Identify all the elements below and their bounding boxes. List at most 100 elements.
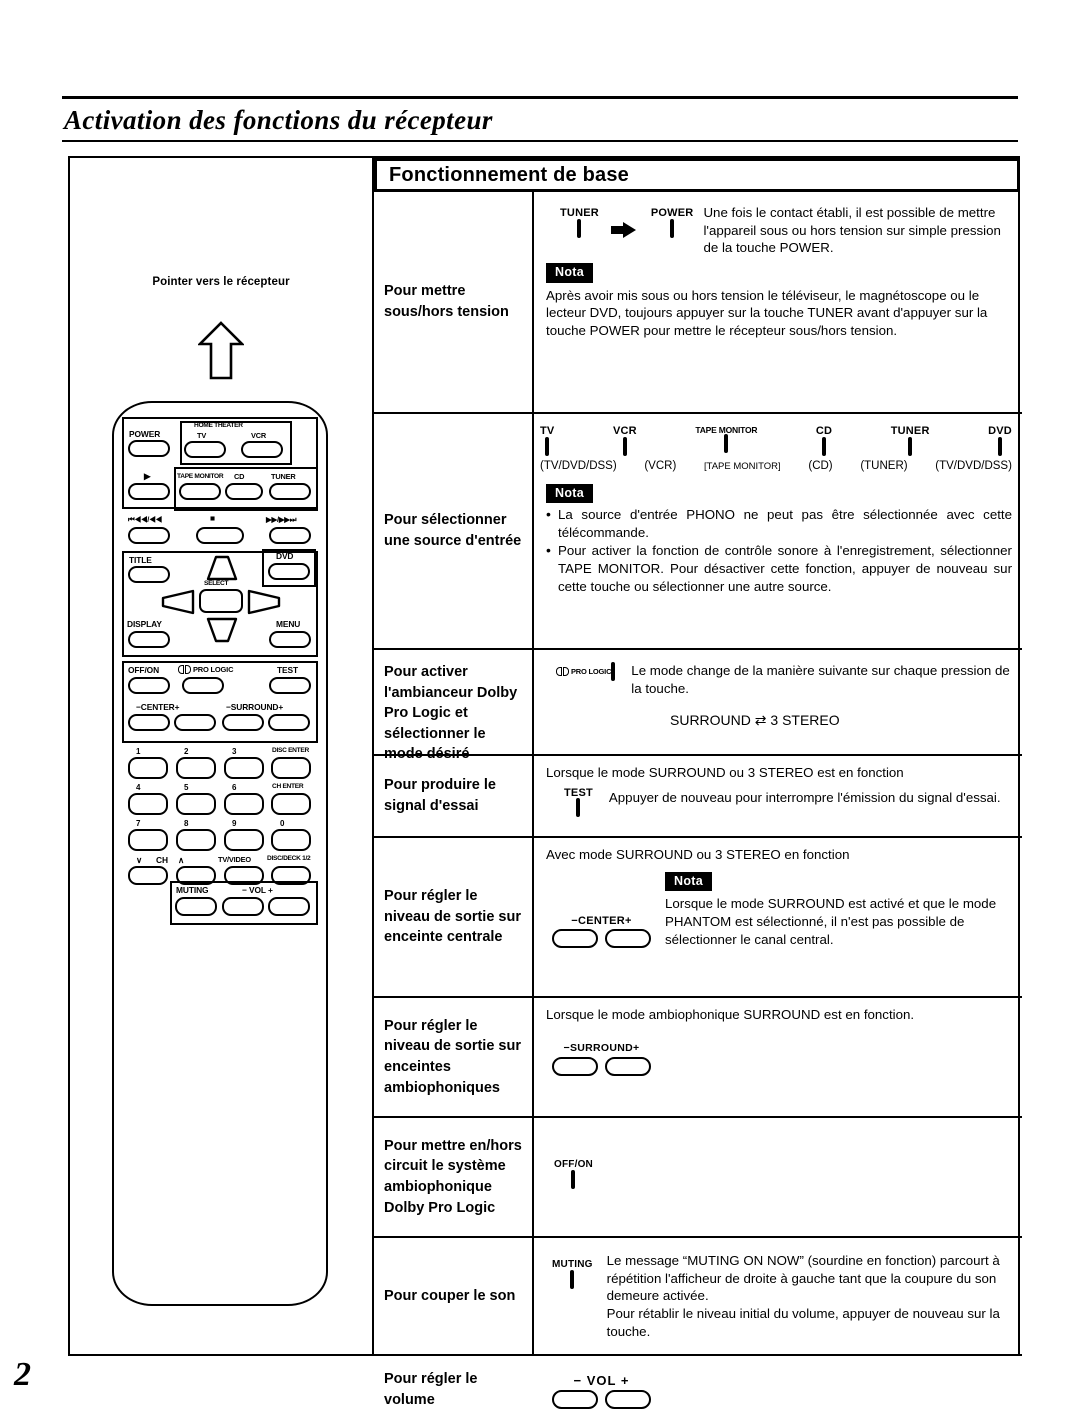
- remote-button-key-0[interactable]: [271, 829, 311, 851]
- source-button-dvd-pill[interactable]: [998, 436, 1003, 456]
- remote-button-key-9[interactable]: [224, 829, 264, 851]
- remote-button-tv[interactable]: [184, 441, 226, 458]
- remote-button-forward[interactable]: [269, 527, 311, 544]
- source-button-tape-monitor[interactable]: TAPE MONITOR: [695, 426, 758, 455]
- table-row: Pour couper le son MUTING Le message “MU…: [374, 1238, 1022, 1356]
- button-pair-volume[interactable]: − VOL +: [552, 1372, 651, 1410]
- button-muting[interactable]: MUTING: [552, 1259, 593, 1289]
- remote-label-rewind: ⏮◀◀/◀◀: [128, 515, 162, 524]
- row-label-text: Pour mettre en/hors circuit le système a…: [384, 1137, 522, 1216]
- source-button-dvd[interactable]: DVD: [988, 425, 1012, 456]
- button-pair-center[interactable]: −CENTER+: [552, 914, 651, 949]
- button-vol-up[interactable]: [605, 1390, 651, 1410]
- source-button-tape-monitor-pill[interactable]: [724, 433, 729, 453]
- remote-button-key-6[interactable]: [224, 793, 264, 815]
- remote-button-surround-minus[interactable]: [222, 714, 264, 731]
- button-pair-surround[interactable]: −SURROUND+: [552, 1042, 651, 1076]
- remote-label-key-2: 2: [184, 747, 189, 756]
- remote-button-key-4[interactable]: [128, 793, 168, 815]
- remote-button-pro-logic[interactable]: [182, 677, 224, 694]
- remote-button-key-2[interactable]: [176, 757, 216, 779]
- source-button-tv-pill[interactable]: [545, 436, 550, 456]
- row-intro-text: Lorsque le mode SURROUND ou 3 STEREO est…: [546, 765, 904, 780]
- remote-button-key-3[interactable]: [224, 757, 264, 779]
- button-vol-down[interactable]: [552, 1390, 598, 1410]
- remote-button-off-on[interactable]: [128, 677, 170, 694]
- remote-button-key-5[interactable]: [176, 793, 216, 815]
- row-intro-text: Avec mode SURROUND ou 3 STEREO en foncti…: [546, 847, 850, 862]
- source-button-cd-pill[interactable]: [822, 436, 827, 456]
- remote-button-cd[interactable]: [225, 483, 263, 500]
- button-off-on[interactable]: OFF/ON: [554, 1159, 593, 1189]
- remote-button-center-plus[interactable]: [174, 714, 216, 731]
- remote-label-menu: MENU: [276, 619, 301, 629]
- button-center-minus[interactable]: [552, 929, 598, 949]
- source-button-cd[interactable]: CD: [815, 425, 833, 456]
- nota-badge: Nota: [546, 483, 593, 504]
- button-dolby-pill[interactable]: [611, 662, 616, 681]
- remote-button-display[interactable]: [128, 631, 170, 648]
- button-test[interactable]: TEST: [564, 787, 593, 818]
- remote-button-vol-down[interactable]: [222, 897, 264, 916]
- row-label-cell: Pour régler le niveau de sortie sur ence…: [374, 838, 532, 996]
- source-button-tv[interactable]: TV: [540, 425, 554, 456]
- nota-badge: Nota: [665, 871, 712, 892]
- remote-button-tuner[interactable]: [269, 483, 311, 500]
- remote-button-power[interactable]: [128, 440, 170, 457]
- source-button-tuner[interactable]: TUNER: [891, 425, 930, 456]
- button-power-pill[interactable]: [670, 218, 675, 238]
- remote-button-tape-monitor[interactable]: [179, 483, 221, 500]
- remote-button-key-8[interactable]: [176, 829, 216, 851]
- remote-button-surround-plus[interactable]: [268, 714, 310, 731]
- row-description: Une fois le contact établi, il est possi…: [703, 205, 1001, 256]
- button-dolby-pro-logic[interactable]: PRO LOGIC: [556, 662, 616, 681]
- button-center-plus[interactable]: [605, 929, 651, 949]
- remote-dpad-right[interactable]: [247, 589, 283, 620]
- remote-button-rewind[interactable]: [128, 527, 170, 544]
- table-row: Pour mettre en/hors circuit le système a…: [374, 1118, 1022, 1238]
- source-button-vcr-pill[interactable]: [622, 436, 627, 456]
- remote-button-center-minus[interactable]: [128, 714, 170, 731]
- button-power[interactable]: POWER: [650, 207, 694, 238]
- list-item: Pour activer la fonction de contrôle son…: [546, 541, 1012, 595]
- remote-button-disc-enter[interactable]: [271, 757, 311, 779]
- button-off-on-pill[interactable]: [571, 1169, 576, 1189]
- button-surround-plus[interactable]: [605, 1056, 651, 1076]
- remote-button-key-1[interactable]: [128, 757, 168, 779]
- button-power-label: POWER: [650, 207, 694, 219]
- source-button-tuner-pill[interactable]: [908, 436, 913, 456]
- remote-dpad-down[interactable]: [203, 617, 241, 648]
- remote-button-ch-enter[interactable]: [271, 793, 311, 815]
- remote-button-muting[interactable]: [175, 897, 217, 916]
- row-description-2: Pour rétablir le niveau initial du volum…: [606, 1306, 1000, 1339]
- button-tuner-pill[interactable]: [577, 218, 582, 238]
- remote-button-dvd[interactable]: [268, 563, 310, 580]
- remote-button-play[interactable]: [128, 483, 170, 500]
- row-body-cell: Lorsque le mode SURROUND ou 3 STEREO est…: [534, 756, 1022, 836]
- remote-button-ch-down[interactable]: [128, 866, 168, 885]
- remote-label-stop: ■: [210, 513, 215, 523]
- button-tuner[interactable]: TUNER: [560, 207, 599, 238]
- remote-button-title[interactable]: [128, 566, 170, 583]
- row-description: Le mode change de la manière suivante su…: [631, 663, 1010, 696]
- remote-label-ch: CH: [156, 855, 168, 865]
- source-button-vcr[interactable]: VCR: [613, 425, 637, 456]
- remote-button-stop[interactable]: [196, 527, 244, 544]
- remote-button-menu[interactable]: [269, 631, 311, 648]
- button-surround-minus[interactable]: [552, 1056, 598, 1076]
- source-button-dvd-label: DVD: [988, 425, 1012, 437]
- button-test-pill[interactable]: [576, 798, 581, 818]
- remote-dpad-left[interactable]: [159, 589, 195, 620]
- button-dolby-text: PRO LOGIC: [571, 666, 612, 676]
- remote-label-tv: TV: [197, 431, 207, 440]
- button-muting-pill[interactable]: [570, 1269, 575, 1289]
- remote-button-vcr[interactable]: [241, 441, 283, 458]
- remote-button-test[interactable]: [269, 677, 311, 694]
- remote-button-vol-up[interactable]: [268, 897, 310, 916]
- table-row: Pour produire le signal d'essai Lorsque …: [374, 756, 1022, 838]
- remote-button-key-7[interactable]: [128, 829, 168, 851]
- remote-button-select[interactable]: [199, 589, 243, 613]
- row-label-cell: Pour mettre sous/hors tension: [374, 192, 532, 412]
- source-button-cd-label: CD: [815, 425, 833, 437]
- remote-label-vcr: VCR: [251, 431, 267, 440]
